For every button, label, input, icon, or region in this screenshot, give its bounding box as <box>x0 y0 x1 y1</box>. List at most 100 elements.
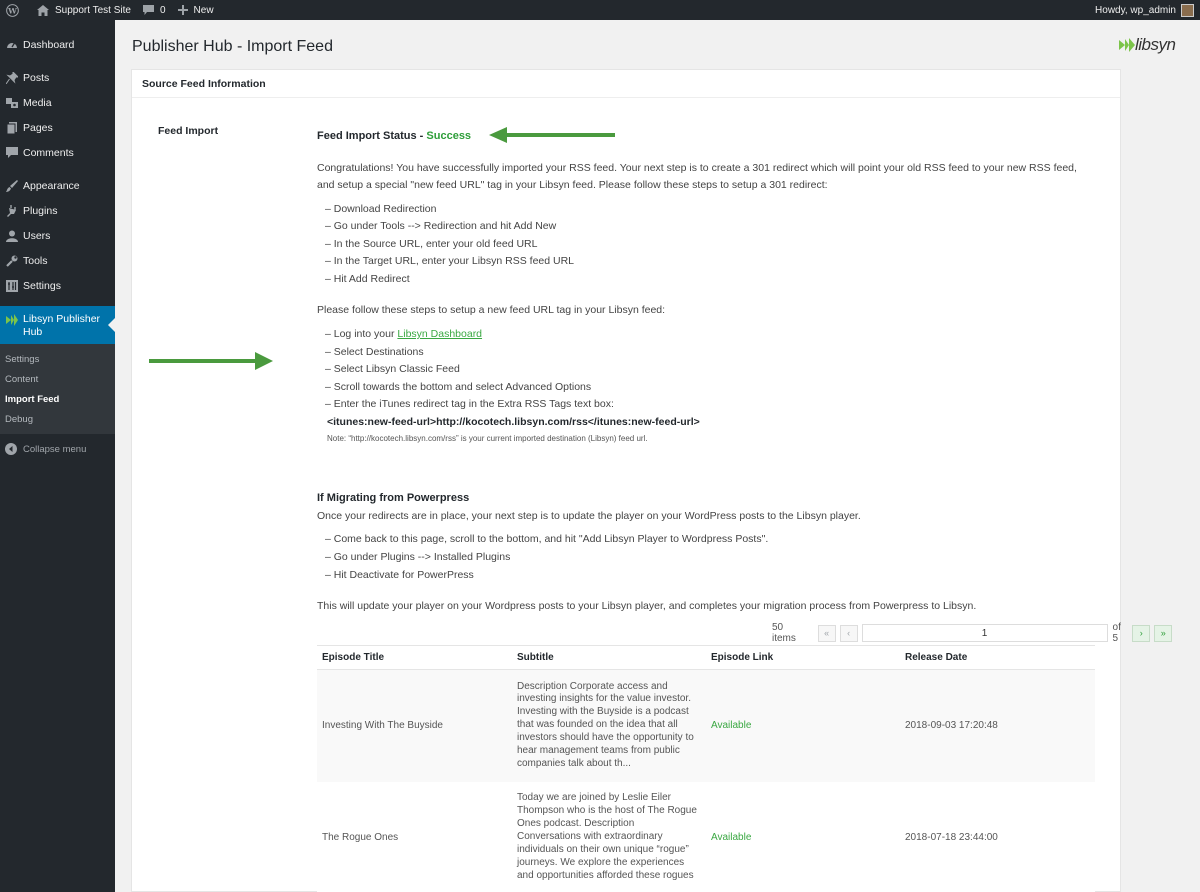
admin-sidebar: Dashboard Posts Media Pages Comments App… <box>0 20 115 892</box>
next-page-button[interactable]: › <box>1132 624 1151 642</box>
sidebar-item-label: Libsyn Publisher Hub <box>23 313 101 338</box>
release-date: 2018-07-18 23:44:00 <box>900 781 1095 892</box>
submenu-item-settings[interactable]: Settings <box>0 349 115 369</box>
table-header-row: Episode Title Subtitle Episode Link Rele… <box>317 645 1095 670</box>
total-pages: of 5 <box>1112 622 1121 644</box>
episode-subtitle: Description Corporate access and investi… <box>512 669 706 782</box>
import-status-label: Feed Import Status - <box>317 130 427 142</box>
sidebar-item-label: Plugins <box>23 204 58 217</box>
sidebar-item-plugins[interactable]: Plugins <box>0 198 115 223</box>
submenu-item-debug[interactable]: Debug <box>0 409 115 429</box>
import-content: Feed Import Status - Success Congratulat… <box>317 128 1097 616</box>
list-item: – Go under Tools --> Redirection and hit… <box>325 220 557 233</box>
last-page-button[interactable]: » <box>1154 624 1173 642</box>
panel-title: Source Feed Information <box>132 70 1120 98</box>
table-row: Investing With The Buyside Description C… <box>317 669 1095 782</box>
brush-icon <box>5 179 18 192</box>
wordpress-logo-icon[interactable]: W <box>0 0 31 20</box>
sidebar-item-label: Media <box>23 96 52 109</box>
list-item: – In the Source URL, enter your old feed… <box>325 237 538 250</box>
sidebar-item-label: Settings <box>23 279 61 292</box>
sidebar-item-settings[interactable]: Settings <box>0 273 115 298</box>
source-feed-panel: Source Feed Information Feed Import Feed… <box>131 69 1173 892</box>
sidebar-item-tools[interactable]: Tools <box>0 248 115 273</box>
collapse-menu-label: Collapse menu <box>23 443 87 455</box>
column-header-subtitle[interactable]: Subtitle <box>512 645 706 670</box>
list-item: – Log into your Libsyn Dashboard <box>325 326 1097 344</box>
table-pagination: 50 items « ‹ of 5 › » <box>772 622 1173 644</box>
items-count: 50 items <box>772 622 796 644</box>
list-item: – Go under Plugins --> Installed Plugins <box>325 551 511 564</box>
sidebar-item-appearance[interactable]: Appearance <box>0 173 115 198</box>
plus-icon <box>177 5 188 15</box>
migrate-title: If Migrating from Powerpress <box>317 492 470 505</box>
site-name-link[interactable]: Support Test Site <box>31 0 137 20</box>
submenu-item-content[interactable]: Content <box>0 369 115 389</box>
sidebar-item-pages[interactable]: Pages <box>0 115 115 140</box>
sidebar-item-users[interactable]: Users <box>0 223 115 248</box>
comment-count: 0 <box>159 4 166 16</box>
import-status: Feed Import Status - Success <box>317 128 1097 146</box>
list-item: – Select Destinations <box>325 345 424 358</box>
migrate-steps: – Come back to this page, scroll to the … <box>317 531 1097 584</box>
new-content-link[interactable]: New <box>172 0 220 20</box>
episodes-table: Episode Title Subtitle Episode Link Rele… <box>317 645 1095 892</box>
user-icon <box>5 229 18 242</box>
media-icon <box>5 96 18 109</box>
new-label: New <box>193 4 214 16</box>
column-header-episode-title[interactable]: Episode Title <box>317 645 512 670</box>
migrate-outro-text: This will update your player on your Wor… <box>317 600 977 613</box>
column-header-episode-link[interactable]: Episode Link <box>706 645 900 670</box>
list-item: – Hit Add Redirect <box>325 272 410 285</box>
episode-link-status[interactable]: Available <box>706 669 900 782</box>
status-pointer-arrow-icon <box>489 127 615 143</box>
prev-page-button[interactable]: ‹ <box>839 624 858 642</box>
libsyn-icon <box>5 313 18 326</box>
sidebar-item-dashboard[interactable]: Dashboard <box>0 32 115 57</box>
libsyn-logo: libsyn <box>1119 35 1176 55</box>
sidebar-item-libsyn-publisher-hub[interactable]: Libsyn Publisher Hub <box>0 306 115 344</box>
sidebar-item-label: Posts <box>23 71 50 84</box>
collapse-arrow-icon <box>5 442 18 456</box>
admin-bar: W Support Test Site 0 New Howdy, wp_admi… <box>0 0 1200 20</box>
column-header-release-date[interactable]: Release Date <box>900 645 1095 670</box>
episode-title: Investing With The Buyside <box>317 669 512 782</box>
sidebar-item-comments[interactable]: Comments <box>0 140 115 165</box>
howdy-text: Howdy, wp_admin <box>1095 4 1176 16</box>
home-icon <box>37 4 49 16</box>
dashboard-icon <box>5 38 18 51</box>
list-item: – Come back to this page, scroll to the … <box>325 533 769 546</box>
sidebar-item-posts[interactable]: Posts <box>0 65 115 90</box>
sidebar-item-media[interactable]: Media <box>0 90 115 115</box>
tag-intro-text: Please follow these steps to setup a new… <box>317 304 666 317</box>
table-row: The Rogue Ones Today we are joined by Le… <box>317 781 1095 892</box>
sidebar-item-label: Tools <box>23 254 48 267</box>
sidebar-item-label: Comments <box>23 146 74 159</box>
submenu-item-import-feed[interactable]: Import Feed <box>0 389 115 409</box>
list-item: – Download Redirection <box>325 202 437 215</box>
sidebar-item-label: Appearance <box>23 179 80 192</box>
episode-subtitle: Today we are joined by Leslie Eiler Thom… <box>512 781 706 892</box>
list-item: – Enter the iTunes redirect tag in the E… <box>325 398 614 411</box>
comments-link[interactable]: 0 <box>137 0 172 20</box>
avatar <box>1181 3 1194 17</box>
my-account-link[interactable]: Howdy, wp_admin <box>1089 0 1200 20</box>
migrate-intro-text: Once your redirects are in place, your n… <box>317 509 861 522</box>
comment-bubble-icon <box>142 5 154 15</box>
page-title: Publisher Hub - Import Feed <box>132 38 333 55</box>
first-page-button[interactable]: « <box>817 624 836 642</box>
libsyn-dashboard-link[interactable]: Libsyn Dashboard <box>397 328 482 340</box>
pages-icon <box>5 121 18 134</box>
plugin-icon <box>5 204 18 217</box>
list-item: – Select Libsyn Classic Feed <box>325 363 460 376</box>
import-status-value: Success <box>426 130 472 142</box>
episode-link-status[interactable]: Available <box>706 781 900 892</box>
current-page-input[interactable] <box>861 624 1108 642</box>
list-item: – Scroll towards the bottom and select A… <box>325 380 592 393</box>
feed-url-note: Note: “http://kocotech.libsyn.com/rss” i… <box>327 434 648 444</box>
comment-icon <box>5 146 18 159</box>
collapse-menu-button[interactable]: Collapse menu <box>0 438 115 460</box>
dashboard-pointer-arrow-icon <box>149 352 273 370</box>
redirect-steps: – Download Redirection – Go under Tools … <box>317 201 1097 289</box>
svg-text:W: W <box>7 6 17 15</box>
